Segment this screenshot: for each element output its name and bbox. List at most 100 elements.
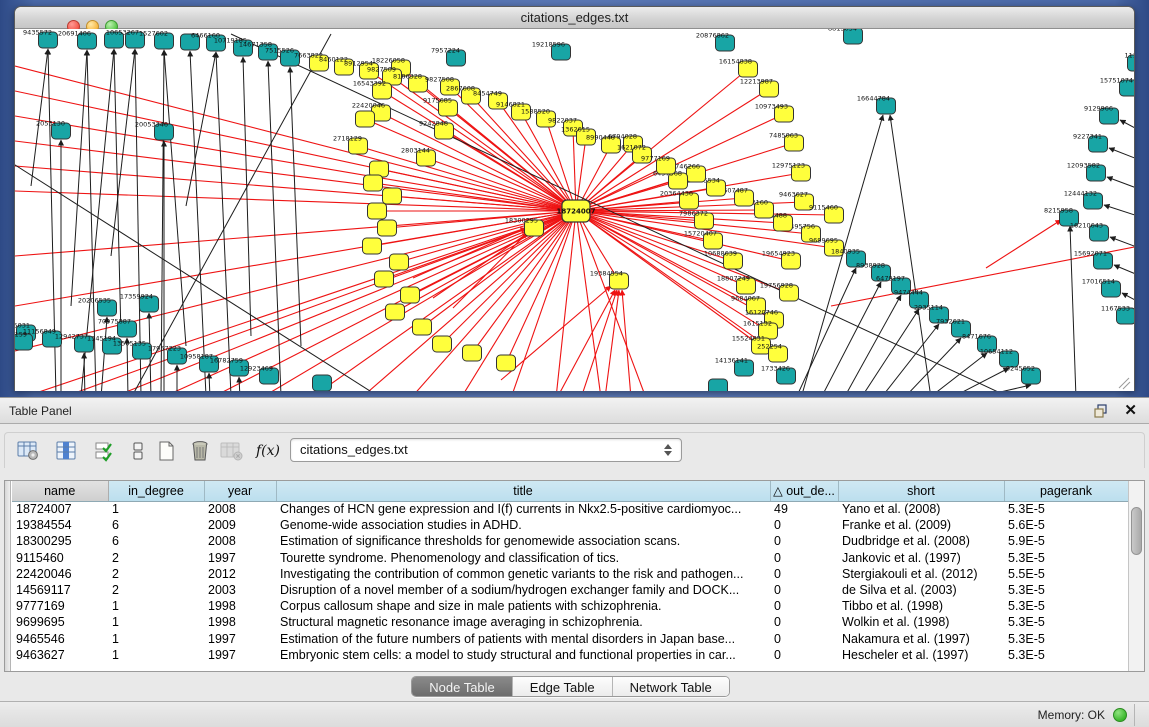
table-cell[interactable]: Jankovic et al. (1997)	[838, 550, 1004, 566]
graph-node[interactable]	[364, 175, 383, 191]
table-cell[interactable]: 9465546	[12, 631, 108, 647]
table-cell[interactable]: 49	[770, 501, 838, 517]
table-cell[interactable]: 1	[108, 598, 204, 614]
table-cell[interactable]: Stergiakouli et al. (2012)	[838, 566, 1004, 582]
table-cell[interactable]: 1998	[204, 598, 276, 614]
table-cell[interactable]: 0	[770, 647, 838, 663]
table-selector-dropdown[interactable]: citations_edges.txt	[290, 438, 682, 462]
table-cell[interactable]: 2003	[204, 582, 276, 598]
table-cell[interactable]: 5.9E-5	[1004, 533, 1128, 549]
tab-edge-table[interactable]: Edge Table	[513, 677, 613, 696]
function-builder-icon[interactable]: f(x)	[253, 438, 283, 464]
table-cell[interactable]: Dudbridge et al. (2008)	[838, 533, 1004, 549]
table-cell[interactable]: 5.3E-5	[1004, 647, 1128, 663]
table-cell[interactable]: 19384554	[12, 517, 108, 533]
table-cell[interactable]: 0	[770, 550, 838, 566]
table-cell[interactable]: 22420046	[12, 566, 108, 582]
canvas-resize-grip[interactable]	[1119, 378, 1130, 389]
graph-node[interactable]	[368, 203, 387, 219]
graph-node[interactable]	[375, 271, 394, 287]
table-cell[interactable]: 2	[108, 550, 204, 566]
table-scrollbar[interactable]	[1128, 481, 1144, 671]
close-panel-icon[interactable]: ✕	[1124, 401, 1137, 419]
table-cell[interactable]: Genome-wide association studies in ADHD.	[276, 517, 770, 533]
table-row[interactable]: 1830029562008Estimation of significance …	[12, 533, 1128, 549]
graph-node[interactable]	[363, 238, 382, 254]
table-row[interactable]: 969969511998Structural magnetic resonanc…	[12, 614, 1128, 630]
table-cell[interactable]: Disruption of a novel member of a sodium…	[276, 582, 770, 598]
table-cell[interactable]: 9777169	[12, 598, 108, 614]
table-cell[interactable]: 2009	[204, 517, 276, 533]
rows-icon[interactable]	[125, 438, 151, 464]
graph-node[interactable]	[313, 375, 332, 391]
table-cell[interactable]: Tibbo et al. (1998)	[838, 598, 1004, 614]
new-column-icon[interactable]	[153, 438, 179, 464]
table-scrollbar-thumb[interactable]	[1131, 507, 1142, 555]
float-panel-icon[interactable]	[1093, 403, 1109, 419]
delete-column-icon[interactable]	[187, 438, 213, 464]
table-cell[interactable]: Tourette syndrome. Phenomenology and cla…	[276, 550, 770, 566]
graph-node[interactable]	[383, 188, 402, 204]
table-cell[interactable]: Investigating the contribution of common…	[276, 566, 770, 582]
graph-node[interactable]	[378, 220, 397, 236]
graph-node[interactable]	[497, 355, 516, 371]
table-cell[interactable]: Embryonic stem cells: a model to study s…	[276, 647, 770, 663]
table-row[interactable]: 946554611997Estimation of the future num…	[12, 631, 1128, 647]
table-cell[interactable]: de Silva et al. (2003)	[838, 582, 1004, 598]
node-table[interactable]: namein_degreeyeartitle△ out_de...shortpa…	[12, 481, 1129, 663]
column-header-year[interactable]: year	[204, 481, 276, 501]
graph-node[interactable]	[413, 319, 432, 335]
column-header-title[interactable]: title	[276, 481, 770, 501]
table-row[interactable]: 911546021997Tourette syndrome. Phenomeno…	[12, 550, 1128, 566]
network-canvas[interactable]: 9435572206914061065326715276026466160107…	[15, 29, 1134, 391]
table-cell[interactable]: Franke et al. (2009)	[838, 517, 1004, 533]
table-cell[interactable]: Estimation of significance thresholds fo…	[276, 533, 770, 549]
table-row[interactable]: 1456911722003Disruption of a novel membe…	[12, 582, 1128, 598]
table-cell[interactable]: 2012	[204, 566, 276, 582]
table-cell[interactable]: 6	[108, 533, 204, 549]
table-cell[interactable]: 2	[108, 582, 204, 598]
table-settings-icon[interactable]	[15, 438, 41, 464]
graph-node[interactable]	[356, 111, 375, 127]
table-cell[interactable]: Changes of HCN gene expression and I(f) …	[276, 501, 770, 517]
table-cell[interactable]: 5.5E-5	[1004, 566, 1128, 582]
table-cell[interactable]: Corpus callosum shape and size in male p…	[276, 598, 770, 614]
table-row[interactable]: 946362711997Embryonic stem cells: a mode…	[12, 647, 1128, 663]
table-cell[interactable]: 5.3E-5	[1004, 582, 1128, 598]
network-window-titlebar[interactable]: citations_edges.txt	[15, 7, 1134, 29]
table-cell[interactable]: 1998	[204, 614, 276, 630]
tab-node-table[interactable]: Node Table	[412, 677, 513, 696]
table-cell[interactable]: Yano et al. (2008)	[838, 501, 1004, 517]
table-cell[interactable]: 5.3E-5	[1004, 614, 1128, 630]
table-cell[interactable]: 0	[770, 517, 838, 533]
table-cell[interactable]: 2008	[204, 533, 276, 549]
table-cell[interactable]: 0	[770, 582, 838, 598]
table-cell[interactable]: 0	[770, 598, 838, 614]
graph-node[interactable]	[386, 304, 405, 320]
table-row[interactable]: 2242004622012Investigating the contribut…	[12, 566, 1128, 582]
column-header-out_degree[interactable]: △ out_de...	[770, 481, 838, 501]
graph-node[interactable]	[401, 287, 420, 303]
column-header-name[interactable]: name	[12, 481, 108, 501]
table-cell[interactable]: 0	[770, 631, 838, 647]
table-cell[interactable]: 5.3E-5	[1004, 598, 1128, 614]
tab-network-table[interactable]: Network Table	[613, 677, 729, 696]
graph-node[interactable]	[463, 345, 482, 361]
table-cell[interactable]: Nakamura et al. (1997)	[838, 631, 1004, 647]
column-header-short[interactable]: short	[838, 481, 1004, 501]
column-header-pagerank[interactable]: pagerank	[1004, 481, 1128, 501]
table-cell[interactable]: Wolkin et al. (1998)	[838, 614, 1004, 630]
table-cell[interactable]: 1	[108, 631, 204, 647]
graph-node[interactable]	[709, 379, 728, 391]
table-cell[interactable]: 18724007	[12, 501, 108, 517]
table-cell[interactable]: 5.3E-5	[1004, 501, 1128, 517]
table-cell[interactable]: 1	[108, 501, 204, 517]
table-row[interactable]: 1872400712008Changes of HCN gene express…	[12, 501, 1128, 517]
table-cell[interactable]: 1997	[204, 631, 276, 647]
table-cell[interactable]: 1	[108, 614, 204, 630]
select-columns-icon[interactable]	[91, 438, 117, 464]
network-window[interactable]: citations_edges.txt 94355722069140610653…	[14, 6, 1135, 391]
column-visibility-icon[interactable]	[53, 438, 79, 464]
citation-network-graph[interactable]: 9435572206914061065326715276026466160107…	[15, 29, 1134, 391]
table-cell[interactable]: 9463627	[12, 647, 108, 663]
